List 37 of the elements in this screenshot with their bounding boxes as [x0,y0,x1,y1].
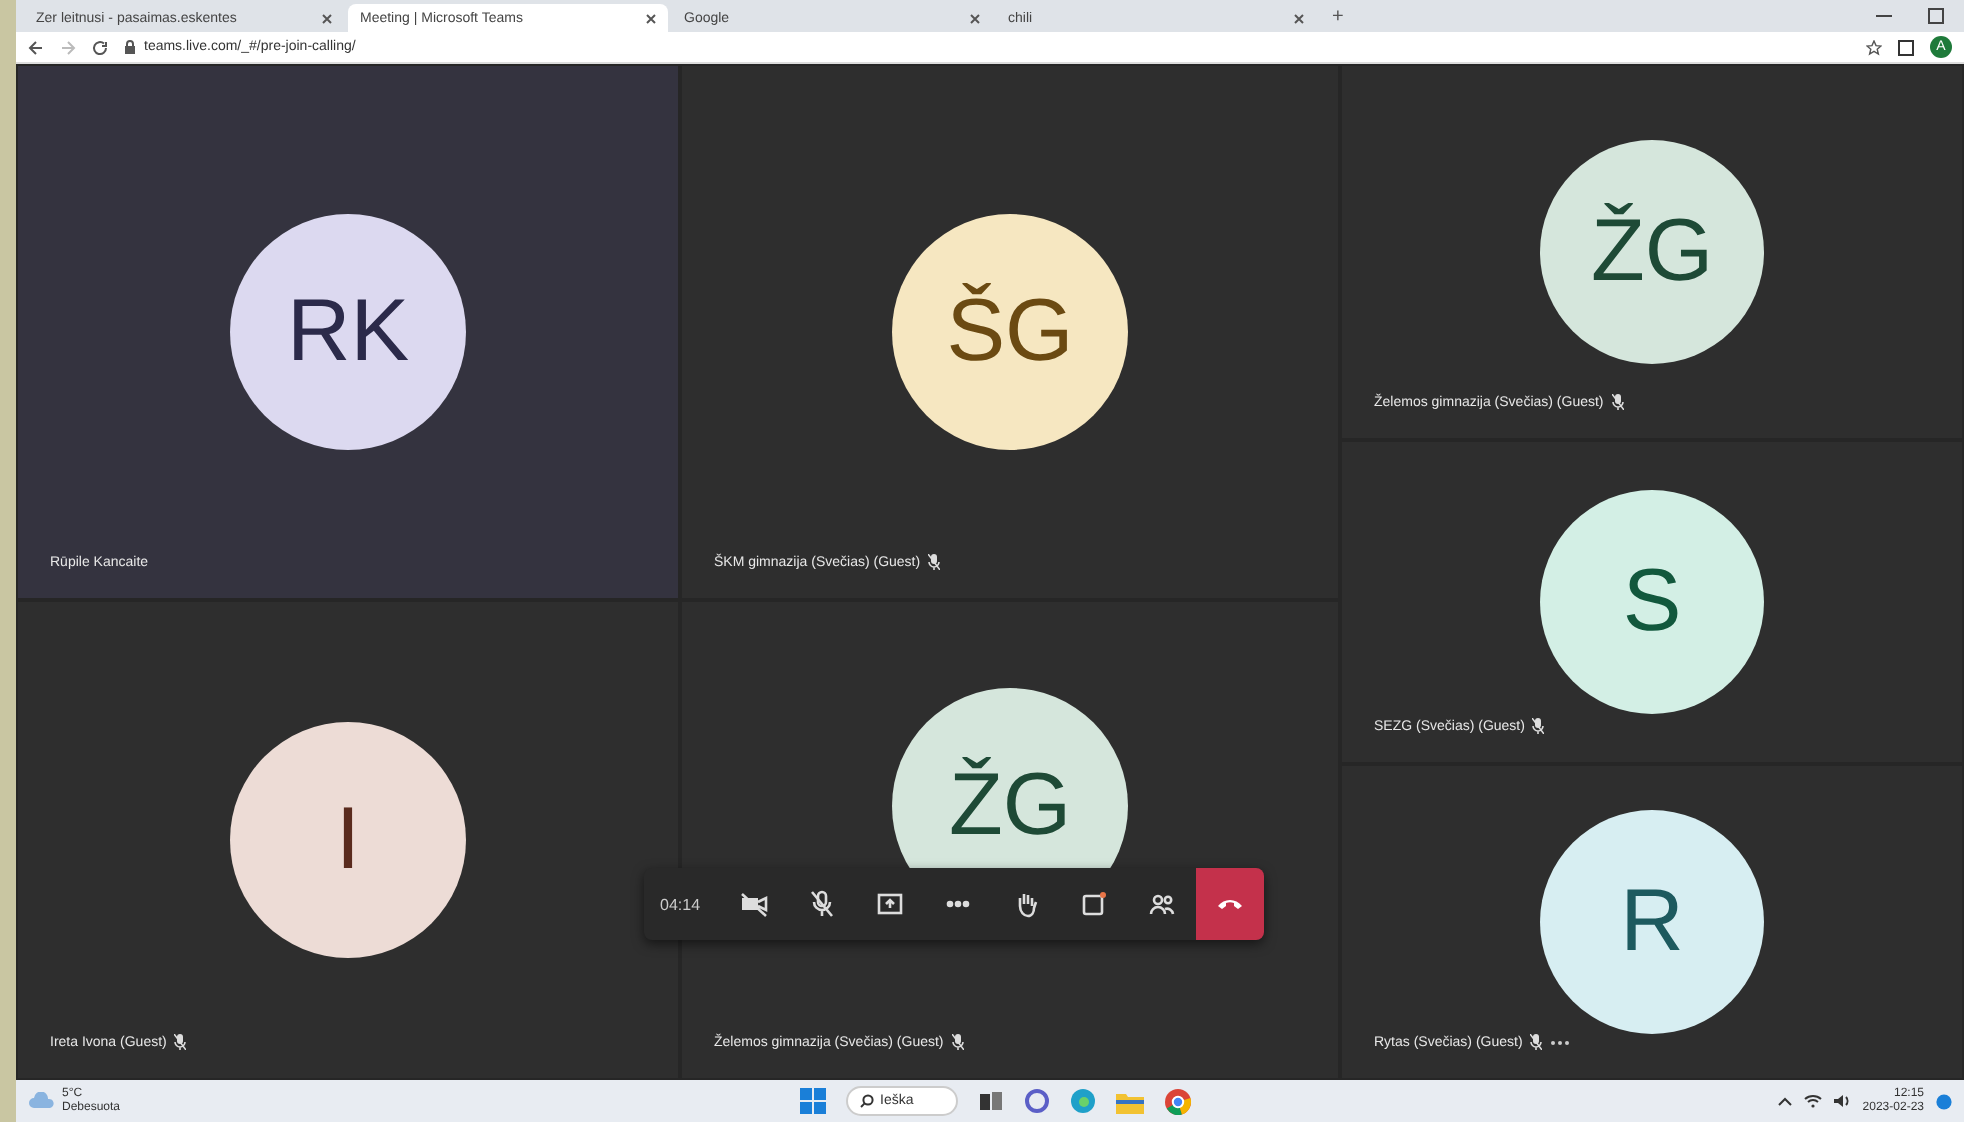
windows-start-icon[interactable] [800,1088,826,1114]
avatar: ŽG [1540,140,1764,364]
avatar: R [1540,810,1764,1034]
star-icon[interactable] [1866,39,1882,55]
chrome-icon[interactable] [1164,1087,1192,1115]
avatar: RK [230,214,466,450]
search-icon [860,1094,874,1108]
speaker-icon[interactable] [1834,1094,1851,1108]
mic-off-icon [928,554,941,570]
lock-icon [124,40,136,54]
reload-icon[interactable] [92,39,108,55]
cloud-icon [28,1092,56,1110]
hang-up-button[interactable] [1196,868,1265,940]
new-tab-button[interactable]: + [1320,5,1356,27]
folder-icon[interactable] [1116,1089,1144,1113]
call-timer: 04:14 [660,895,703,913]
close-icon[interactable] [970,13,980,23]
close-icon[interactable] [646,13,656,23]
sidebar-icon[interactable] [1898,39,1914,55]
phone-icon [1216,896,1245,912]
task-view-icon[interactable] [978,1088,1004,1114]
avatar: ŠG [892,214,1128,450]
back-icon[interactable] [28,39,44,55]
close-icon[interactable] [1294,13,1304,23]
mic-off-icon [1611,394,1624,410]
wifi-icon[interactable] [1804,1094,1823,1108]
mic-off-icon [174,1034,187,1050]
notification-icon[interactable] [1936,1093,1952,1109]
mic-off-icon [1530,1034,1543,1050]
mic-off-icon [951,1034,964,1050]
close-icon[interactable] [322,13,332,23]
more-icon[interactable] [1550,1039,1571,1045]
avatar: S [1540,490,1764,714]
chevron-up-icon[interactable] [1778,1096,1793,1106]
mic-off-icon [1532,718,1545,734]
avatar: I [230,722,466,958]
maximize-icon[interactable] [1928,8,1944,24]
